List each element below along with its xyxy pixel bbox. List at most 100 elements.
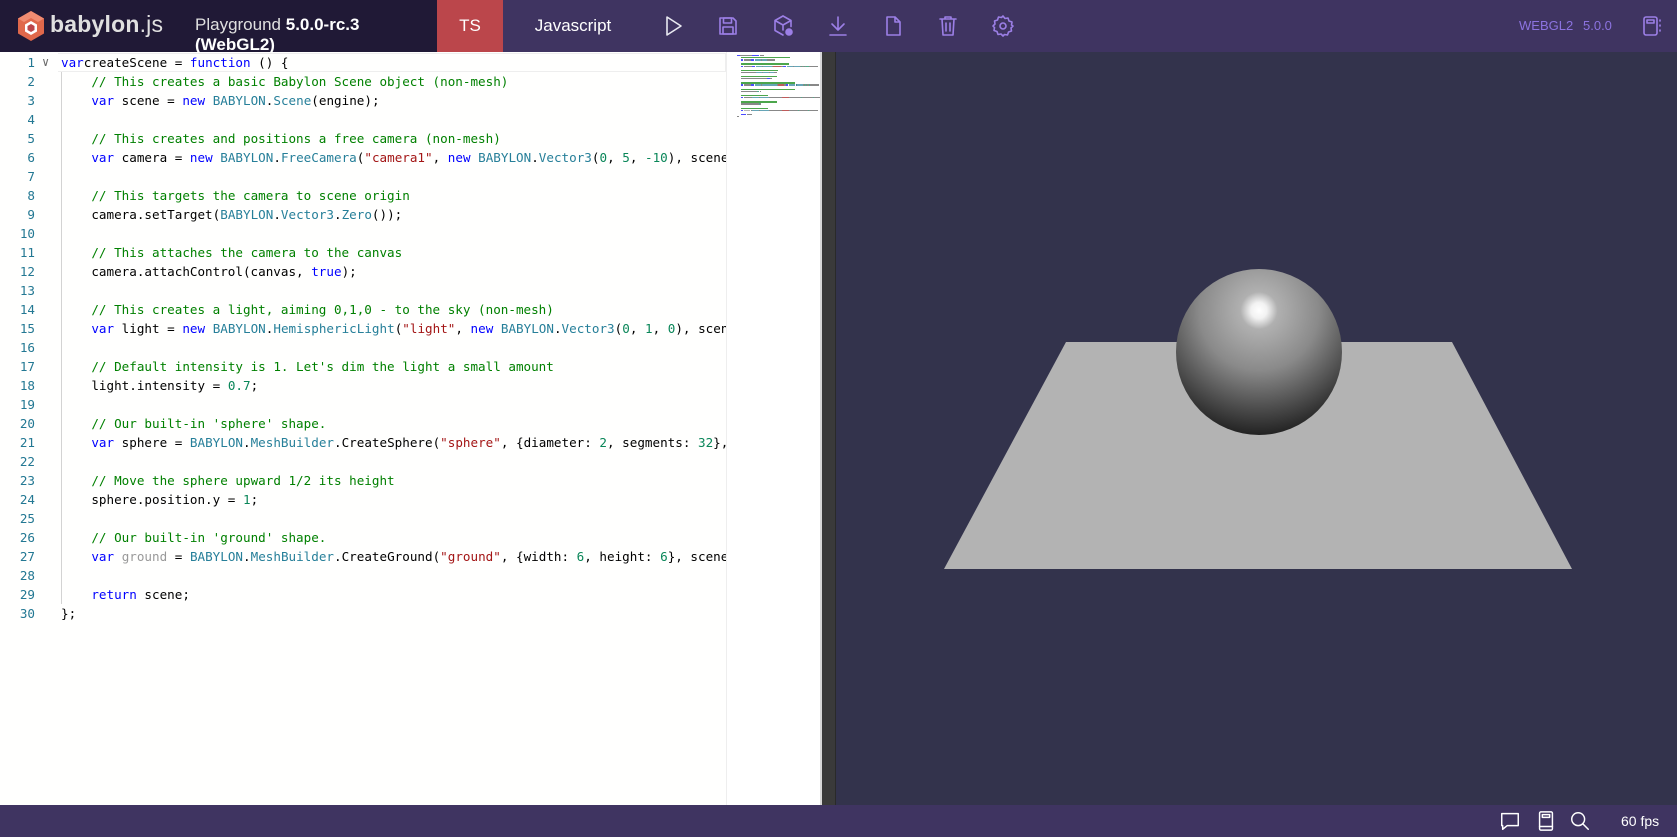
babylon-logo-icon[interactable] [16, 10, 46, 42]
minimap-token [740, 97, 744, 99]
download-button[interactable] [824, 12, 852, 40]
docs-button[interactable] [1534, 810, 1558, 832]
code-line[interactable]: 25 [0, 509, 726, 528]
line-number: 1 [27, 55, 35, 70]
run-button[interactable] [659, 12, 687, 40]
minimap-token [782, 109, 790, 111]
code-line[interactable]: 16 [0, 338, 726, 357]
code-line[interactable]: 22 [0, 452, 726, 471]
minimap-token [744, 84, 752, 86]
code-line[interactable]: 28 [0, 566, 726, 585]
code-line[interactable]: 18 light.intensity = 0.7; [0, 376, 726, 395]
line-number: 11 [19, 245, 35, 260]
code-line[interactable]: 13 [0, 281, 726, 300]
code-text: // Our built-in 'ground' shape. [91, 530, 327, 545]
code-line[interactable]: 20 // Our built-in 'sphere' shape. [0, 414, 726, 433]
code-line[interactable]: 4 [0, 110, 726, 129]
line-number: 2 [27, 74, 35, 89]
code-line[interactable]: 21 var sphere = BABYLON.MeshBuilder.Crea… [0, 433, 726, 452]
code-line[interactable]: 9 camera.setTarget(BABYLON.Vector3.Zero(… [0, 205, 726, 224]
render-canvas[interactable] [822, 52, 1677, 805]
code-editor[interactable]: 1 ∨ varcreateScene = function () {2 // Thi… [0, 52, 822, 805]
version-label[interactable]: 5.0.0 [1583, 18, 1612, 33]
settings-button[interactable] [989, 12, 1017, 40]
scene-view [944, 269, 1572, 569]
code-line[interactable]: 1 ∨ varcreateScene = function () { [0, 53, 726, 72]
line-number: 5 [27, 131, 35, 146]
code-text: // This creates a light, aiming 0,1,0 - … [91, 302, 554, 317]
engine-label[interactable]: WEBGL2 [1519, 18, 1573, 33]
code-line[interactable]: 15 var light = new BABYLON.HemisphericLi… [0, 319, 726, 338]
examples-button[interactable] [1638, 12, 1666, 40]
search-button[interactable] [1568, 810, 1592, 832]
tab-typescript[interactable]: TS [437, 0, 503, 52]
minimap-token [766, 59, 775, 61]
line-number: 27 [19, 549, 35, 564]
line-number: 28 [19, 568, 35, 583]
code-line[interactable]: 6 var camera = new BABYLON.FreeCamera("c… [0, 148, 726, 167]
logo-suffix: .js [139, 11, 164, 37]
line-number: 17 [19, 359, 35, 374]
minimap-token [782, 97, 790, 99]
code-line[interactable]: 27 var ground = BABYLON.MeshBuilder.Crea… [0, 547, 726, 566]
line-number: 25 [19, 511, 35, 526]
gear-icon [992, 15, 1014, 37]
minimap-token [740, 90, 757, 93]
line-number: 10 [19, 226, 35, 241]
inspector-button[interactable] [769, 12, 797, 40]
code-line[interactable]: 7 [0, 167, 726, 186]
code-text: var ground = BABYLON.MeshBuilder.CreateG… [91, 549, 726, 564]
line-number: 22 [19, 454, 35, 469]
code-area[interactable]: 1 ∨ varcreateScene = function () {2 // Thi… [0, 52, 726, 805]
code-line[interactable]: 17 // Default intensity is 1. Let's dim … [0, 357, 726, 376]
code-line[interactable]: 5 // This creates and positions a free c… [0, 129, 726, 148]
code-line[interactable]: 26 // Our built-in 'ground' shape. [0, 528, 726, 547]
line-number: 9 [27, 207, 35, 222]
line-number: 7 [27, 169, 35, 184]
line-number: 18 [19, 378, 35, 393]
top-bar: babylon.js Playground 5.0.0-rc.3 (WebGL2… [0, 0, 1677, 54]
new-button[interactable] [879, 12, 907, 40]
code-text: return scene; [91, 587, 190, 602]
minimap-token [740, 84, 744, 86]
tab-javascript[interactable]: Javascript [503, 0, 643, 52]
feedback-button[interactable] [1498, 810, 1522, 832]
code-line[interactable]: 11 // This attaches the camera to the ca… [0, 243, 726, 262]
code-line[interactable]: 19 [0, 395, 726, 414]
search-icon [1571, 812, 1589, 830]
line-number: 3 [27, 93, 35, 108]
fold-chevron-icon[interactable]: ∨ [42, 53, 49, 72]
code-line[interactable]: 10 [0, 224, 726, 243]
minimap-token [785, 84, 789, 86]
code-line[interactable]: 23 // Move the sphere upward 1/2 its hei… [0, 471, 726, 490]
logo-name: babylon [50, 11, 140, 37]
minimap-token [746, 113, 753, 116]
code-line[interactable]: 29 return scene; [0, 585, 726, 604]
save-button[interactable] [714, 12, 742, 40]
editor-minimap[interactable] [726, 52, 822, 805]
code-line[interactable]: 14 // This creates a light, aiming 0,1,0… [0, 300, 726, 319]
minimap-token [740, 78, 767, 80]
line-number: 23 [19, 473, 35, 488]
line-number: 30 [19, 606, 35, 621]
pane-splitter[interactable] [822, 52, 836, 805]
code-text: // Our built-in 'sphere' shape. [91, 416, 327, 431]
minimap-token [740, 65, 744, 67]
code-line[interactable]: 2 // This creates a basic Babylon Scene … [0, 72, 726, 91]
minimap-token [759, 90, 761, 93]
tab-ts-label: TS [459, 16, 481, 35]
code-line[interactable]: 12 camera.attachControl(canvas, true); [0, 262, 726, 281]
code-line[interactable]: 30}; [0, 604, 726, 623]
code-text: // Move the sphere upward 1/2 its height [91, 473, 395, 488]
clear-button[interactable] [934, 12, 962, 40]
minimap-content [727, 52, 822, 805]
minimap-token [759, 109, 770, 111]
minimap-token [773, 71, 778, 74]
code-text: camera.setTarget(BABYLON.Vector3.Zero())… [61, 207, 403, 222]
code-text: var light = new BABYLON.HemisphericLight… [91, 321, 726, 336]
code-line[interactable]: 24 sphere.position.y = 1; [0, 490, 726, 509]
code-line[interactable]: 8 // This targets the camera to scene or… [0, 186, 726, 205]
title-prefix: Playground [195, 15, 286, 34]
code-line[interactable]: 3 var scene = new BABYLON.Scene(engine); [0, 91, 726, 110]
minimap-token [751, 84, 755, 86]
